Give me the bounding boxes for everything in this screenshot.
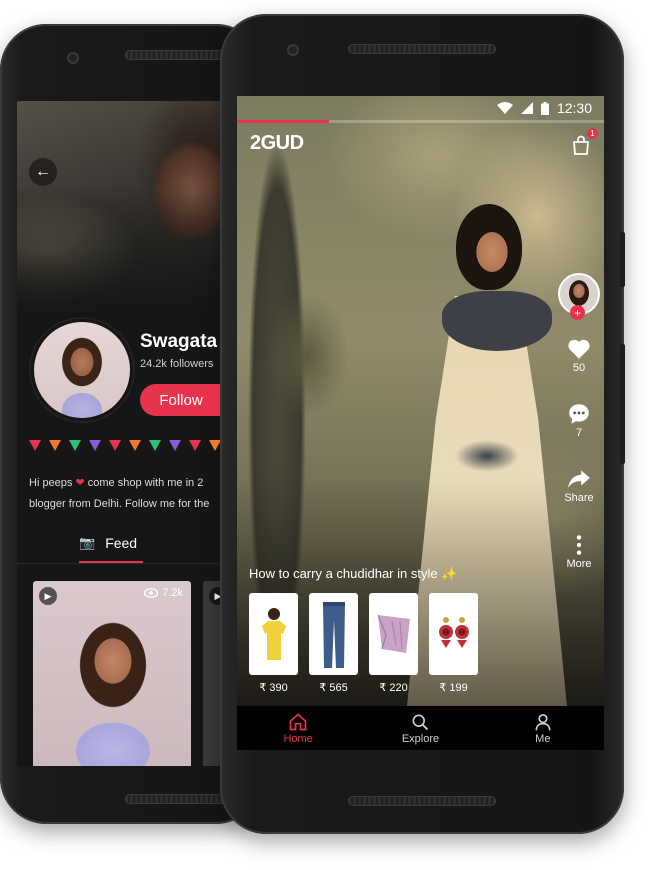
camera-icon: 📷: [79, 535, 96, 550]
person-icon: [535, 713, 551, 730]
wifi-icon: [496, 102, 513, 114]
product-price: ₹ 220: [379, 682, 408, 694]
battery-icon: [540, 101, 549, 115]
cart-count-badge: 1: [587, 128, 598, 139]
shopping-bag-icon[interactable]: 1: [570, 128, 598, 156]
nav-home-label: Home: [283, 732, 313, 745]
bunting-flag: [89, 440, 101, 451]
search-icon: [412, 714, 429, 730]
home-icon: [289, 712, 307, 730]
video-progress-fill: [237, 120, 329, 123]
earrings-icon: [438, 617, 469, 648]
nav-explore[interactable]: Explore: [359, 706, 481, 750]
bunting-flag: [209, 440, 220, 451]
profile-name: Swagata: [140, 331, 218, 352]
product-price: ₹ 199: [439, 682, 468, 694]
tab-active-indicator: [79, 561, 143, 563]
video-subject-scarf: [442, 291, 552, 351]
signal-icon: [520, 102, 533, 114]
bio-text-1a: Hi peeps: [29, 477, 73, 489]
nav-home[interactable]: Home: [237, 706, 359, 750]
tshirt-icon: [261, 608, 286, 660]
like-count: 50: [572, 362, 586, 374]
comment-icon: [569, 404, 589, 424]
nav-me[interactable]: Me: [482, 706, 604, 750]
bottom-speaker: [348, 796, 496, 806]
video-feed-screen: 12:30 2GUD 1 + 50 7 Share More How to ca…: [237, 96, 604, 750]
video-caption: How to carry a chudidhar in style ✨: [249, 566, 458, 581]
share-label: Share: [564, 492, 594, 504]
earpiece-speaker: [348, 44, 496, 54]
eye-icon: [144, 588, 159, 598]
follow-plus-icon[interactable]: +: [570, 305, 585, 320]
like-button[interactable]: 50: [559, 336, 599, 374]
volume-button: [620, 232, 625, 287]
bio-text-1b: come shop with me in 2: [87, 477, 204, 489]
status-bar: 12:30: [237, 96, 604, 120]
view-count: 7.2k: [144, 587, 183, 599]
bunting-decoration: [29, 440, 220, 451]
more-button[interactable]: More: [559, 532, 599, 570]
more-label: More: [566, 558, 592, 570]
power-button: [620, 344, 625, 464]
product-strip: ₹ 390 ₹ 565 ₹ 220 ₹ 199: [249, 593, 478, 694]
product-card[interactable]: ₹ 565: [309, 593, 358, 694]
jeans-icon: [322, 602, 345, 668]
front-camera: [67, 52, 79, 64]
bottom-navigation: Home Explore Me: [237, 706, 604, 750]
heart-icon: [568, 339, 590, 359]
back-arrow-icon[interactable]: ←: [29, 158, 57, 186]
follow-button[interactable]: Follow: [140, 384, 220, 416]
brand-logo[interactable]: 2GUD: [250, 132, 304, 155]
video-progress-bar: [237, 120, 604, 123]
profile-bio: Hi peeps ❤ come shop with me in 2 blogge…: [29, 473, 220, 515]
bunting-flag: [189, 440, 201, 451]
front-camera: [287, 44, 299, 56]
nav-explore-label: Explore: [401, 732, 440, 745]
share-icon: [568, 470, 590, 488]
play-icon: ▶: [39, 587, 57, 605]
play-icon: ▶: [209, 587, 220, 605]
tab-divider: [17, 563, 220, 564]
product-thumb-earrings[interactable]: [429, 593, 478, 675]
bunting-flag: [49, 440, 61, 451]
product-price: ₹ 390: [259, 682, 288, 694]
scarf-icon: [376, 614, 410, 653]
bio-text-2: blogger from Delhi. Follow me for the: [29, 498, 210, 510]
video-subject-head: [456, 204, 522, 290]
feed-video-card-next[interactable]: ▶: [203, 581, 220, 766]
product-card[interactable]: ₹ 199: [429, 593, 478, 694]
bunting-flag: [69, 440, 81, 451]
feed-video-card[interactable]: ▶ 7.2k: [33, 581, 191, 766]
earpiece-speaker: [125, 50, 230, 60]
view-count-text: 7.2k: [162, 587, 183, 599]
comment-button[interactable]: 7: [559, 401, 599, 439]
tab-feed[interactable]: 📷 Feed: [79, 535, 137, 551]
followers-count: 24.2k followers: [140, 358, 214, 370]
product-thumb-jeans[interactable]: [309, 593, 358, 675]
nav-me-label: Me: [535, 732, 551, 745]
bunting-flag: [129, 440, 141, 451]
profile-cover-image: [17, 101, 220, 311]
feed-tab-label: Feed: [105, 535, 138, 551]
product-card[interactable]: ₹ 390: [249, 593, 298, 694]
bottom-speaker: [125, 794, 230, 804]
product-card[interactable]: ₹ 220: [369, 593, 418, 694]
share-button[interactable]: Share: [559, 466, 599, 504]
product-thumb-tshirt[interactable]: [249, 593, 298, 675]
comment-count: 7: [575, 427, 583, 439]
product-thumb-scarf[interactable]: [369, 593, 418, 675]
profile-screen: ← Swagata 24.2k followers Follow Hi peep…: [17, 101, 220, 766]
profile-avatar[interactable]: [31, 319, 133, 421]
bunting-flag: [29, 440, 41, 451]
bunting-flag: [169, 440, 181, 451]
status-time: 12:30: [556, 100, 592, 116]
product-price: ₹ 565: [319, 682, 348, 694]
heart-icon: ❤: [75, 477, 85, 489]
more-vertical-icon: [576, 535, 582, 555]
bunting-flag: [109, 440, 121, 451]
bunting-flag: [149, 440, 161, 451]
